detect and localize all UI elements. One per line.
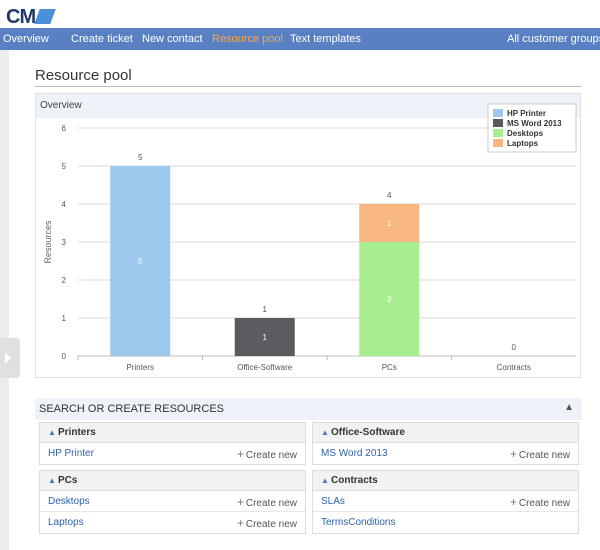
legend-label: Desktops bbox=[507, 129, 544, 138]
resource-row: TermsConditions bbox=[313, 512, 578, 533]
resource-row: Laptops + Create new bbox=[40, 512, 305, 533]
y-tick-label: 1 bbox=[62, 314, 67, 323]
legend-swatch bbox=[493, 139, 503, 147]
collapse-caret-icon[interactable]: ▲ bbox=[564, 402, 574, 413]
resource-group-label: PCs bbox=[58, 475, 78, 486]
top-bar: CM bbox=[0, 0, 600, 28]
plus-icon: + bbox=[509, 495, 517, 509]
resource-group-label: Printers bbox=[58, 427, 96, 438]
y-tick-label: 0 bbox=[62, 352, 67, 361]
resource-link-desktops[interactable]: Desktops bbox=[48, 496, 90, 507]
y-tick-label: 4 bbox=[62, 200, 67, 209]
search-panel-header[interactable]: SEARCH OR CREATE RESOURCES ▲ bbox=[35, 398, 582, 420]
x-category-label: Office-Software bbox=[237, 363, 293, 372]
plus-icon: + bbox=[236, 495, 244, 509]
resource-group-label: Contracts bbox=[331, 475, 378, 486]
resource-link-slas[interactable]: SLAs bbox=[321, 496, 345, 507]
nav-all-customer-groups[interactable]: All customer groups bbox=[507, 33, 600, 45]
nav-text-templates[interactable]: Text templates bbox=[290, 33, 361, 45]
nav-create-ticket[interactable]: Create ticket bbox=[71, 33, 133, 45]
x-category-label: Contracts bbox=[497, 363, 531, 372]
resource-row: SLAs + Create new bbox=[313, 491, 578, 512]
resource-group-office-software: ▲ Office-Software MS Word 2013 + Create n… bbox=[312, 422, 579, 465]
title-divider bbox=[35, 86, 582, 87]
create-new-button[interactable]: + Create new bbox=[237, 495, 297, 509]
legend-swatch bbox=[493, 119, 503, 127]
resource-group-contracts: ▲ Contracts SLAs + Create new TermsCondit… bbox=[312, 470, 579, 534]
resource-link-ms-word-2013[interactable]: MS Word 2013 bbox=[321, 448, 388, 459]
home-icon: ▲ bbox=[321, 476, 329, 485]
overview-chart-panel: Overview 0 1 2 3 4 5 6 Resources 5 5 Printers 1 1 Off… bbox=[35, 93, 581, 378]
resource-group-header: ▲ Printers bbox=[40, 423, 305, 443]
sidebar-expand-icon[interactable] bbox=[0, 338, 20, 378]
y-axis-label: Resources bbox=[43, 220, 53, 264]
x-category-label: Printers bbox=[126, 363, 154, 372]
legend-label: Laptops bbox=[507, 139, 539, 148]
resource-link-hp-printer[interactable]: HP Printer bbox=[48, 448, 94, 459]
legend-swatch bbox=[493, 129, 503, 137]
bar-segment-value-label: 5 bbox=[138, 257, 143, 266]
legend-swatch bbox=[493, 109, 503, 117]
nav-overview[interactable]: Overview bbox=[3, 33, 49, 45]
resource-group-header: ▲ Contracts bbox=[313, 471, 578, 491]
resource-row: MS Word 2013 + Create new bbox=[313, 443, 578, 464]
resource-group-header: ▲ Office-Software bbox=[313, 423, 578, 443]
create-new-button[interactable]: + Create new bbox=[510, 495, 570, 509]
resource-group-pcs: ▲ PCs Desktops + Create new Laptops + Crea… bbox=[39, 470, 306, 534]
resource-chart: 0 1 2 3 4 5 6 Resources 5 5 Printers 1 1 Office-Softw… bbox=[43, 103, 577, 372]
resource-group-label: Office-Software bbox=[331, 427, 405, 438]
plus-icon: + bbox=[509, 447, 517, 461]
plus-icon: + bbox=[236, 447, 244, 461]
create-new-button[interactable]: + Create new bbox=[237, 447, 297, 461]
logo-mark-icon bbox=[34, 9, 56, 24]
plus-icon: + bbox=[236, 516, 244, 530]
y-tick-label: 2 bbox=[62, 276, 67, 285]
home-icon: ▲ bbox=[321, 428, 329, 437]
resource-link-laptops[interactable]: Laptops bbox=[48, 517, 84, 528]
resource-row: Desktops + Create new bbox=[40, 491, 305, 512]
y-tick-label: 6 bbox=[62, 124, 67, 133]
create-new-button[interactable]: + Create new bbox=[237, 516, 297, 530]
resource-group-header: ▲ PCs bbox=[40, 471, 305, 491]
create-new-button[interactable]: + Create new bbox=[510, 447, 570, 461]
bar-total-label: 1 bbox=[263, 305, 268, 314]
home-icon: ▲ bbox=[48, 428, 56, 437]
nav-resource-pool[interactable]: Resource pool bbox=[212, 33, 283, 45]
nav-new-contact[interactable]: New contact bbox=[142, 33, 203, 45]
bar-total-label: 5 bbox=[138, 153, 143, 162]
resource-row: HP Printer + Create new bbox=[40, 443, 305, 464]
main-nav: Overview Create ticket New contact Resou… bbox=[0, 28, 600, 50]
bar-segment-value-label: 1 bbox=[263, 333, 268, 342]
home-icon: ▲ bbox=[48, 476, 56, 485]
resource-link-termsconditions[interactable]: TermsConditions bbox=[321, 517, 395, 528]
app-logo[interactable]: CM bbox=[6, 6, 56, 29]
resource-group-printers: ▲ Printers HP Printer + Create new bbox=[39, 422, 306, 465]
legend-label: HP Printer bbox=[507, 109, 546, 118]
y-tick-label: 5 bbox=[62, 162, 67, 171]
search-panel-title: SEARCH OR CREATE RESOURCES bbox=[39, 403, 224, 415]
x-category-label: PCs bbox=[382, 363, 397, 372]
page-title: Resource pool bbox=[35, 67, 132, 84]
y-tick-label: 3 bbox=[62, 238, 67, 247]
bar-segment-value-label: 3 bbox=[387, 295, 392, 304]
bar-total-label: 4 bbox=[387, 191, 392, 200]
legend-label: MS Word 2013 bbox=[507, 119, 562, 128]
search-resources-panel: SEARCH OR CREATE RESOURCES ▲ ▲ Printers … bbox=[35, 398, 582, 538]
bar-segment-value-label: 1 bbox=[387, 219, 392, 228]
left-sidebar-rail bbox=[0, 50, 9, 550]
bar-total-label: 0 bbox=[512, 343, 517, 352]
